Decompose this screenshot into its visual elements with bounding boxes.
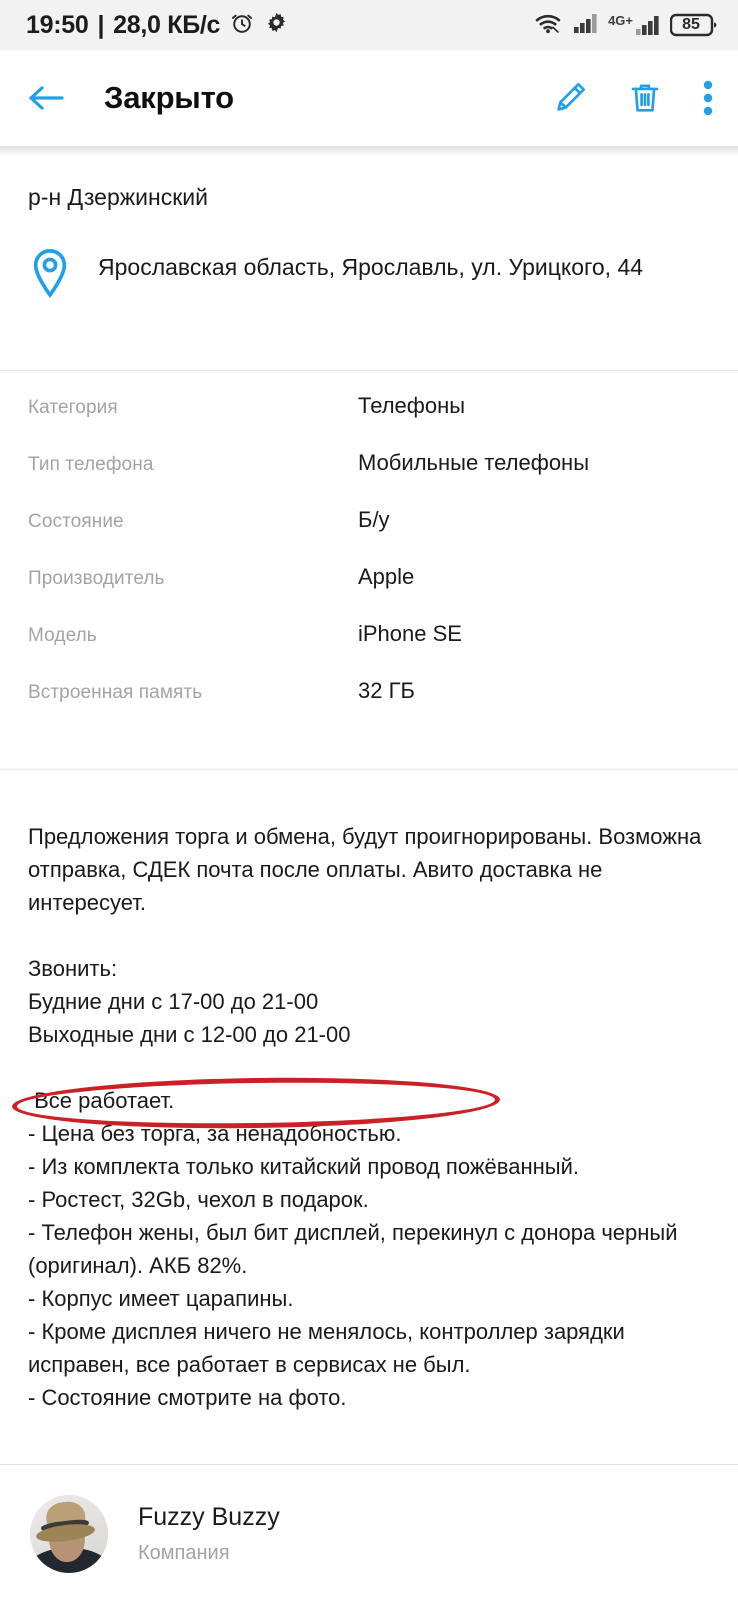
table-row: Категория Телефоны [28, 393, 710, 450]
seller-info: Fuzzy Buzzy Компания [138, 1503, 280, 1565]
spacer-before-attrs [0, 308, 738, 370]
battery-icon: 85 [670, 12, 718, 38]
description-text: Предложения торга и обмена, будут проигн… [28, 824, 702, 1410]
seller-type: Компания [138, 1542, 230, 1564]
app-bar-actions [552, 78, 714, 118]
spacer-before-seller [0, 1414, 738, 1464]
wifi-icon [534, 11, 564, 40]
gear-icon [264, 10, 289, 40]
battery-level-label: 85 [682, 16, 700, 33]
status-bar-right: 4G+ 85 [534, 11, 718, 40]
signal-bars-icon [573, 12, 599, 39]
status-bar: 19:50 | 28,0 КБ/с 4G+ 85 [0, 0, 738, 50]
app-bar-shadow [0, 146, 738, 156]
page-title: Закрыто [104, 80, 234, 115]
location-section: р-н Дзержинский Ярославская область, Яро… [0, 156, 738, 308]
alarm-clock-icon [229, 10, 255, 41]
pencil-icon[interactable] [552, 80, 588, 116]
attribute-value: 32 ГБ [358, 678, 415, 703]
trash-icon[interactable] [628, 80, 662, 116]
attribute-label: Модель [28, 625, 97, 646]
status-separator: | [97, 10, 105, 39]
back-arrow-icon[interactable] [26, 82, 66, 114]
more-vertical-icon[interactable] [702, 78, 714, 118]
attribute-value: Apple [358, 564, 415, 589]
spacer-after-seller [0, 1573, 738, 1600]
attributes-table: Категория Телефоны Тип телефона Мобильны… [0, 371, 738, 735]
avatar [30, 1495, 108, 1573]
phone-screen: 19:50 | 28,0 КБ/с 4G+ 85 Закрыто р-н Дзе… [0, 0, 738, 1600]
district-label: р-н Дзержинский [28, 184, 208, 210]
attribute-label: Категория [28, 397, 118, 418]
spacer-after-attrs [0, 735, 738, 769]
location-pin-icon [28, 247, 72, 308]
seller-row[interactable]: Fuzzy Buzzy Компания [0, 1465, 738, 1573]
attribute-label: Состояние [28, 511, 124, 532]
address-row[interactable]: Ярославская область, Ярославль, ул. Уриц… [28, 211, 710, 308]
mobile-network-icon: 4G+ [608, 14, 661, 36]
attribute-value: Мобильные телефоны [358, 450, 590, 475]
address-text: Ярославская область, Ярославль, ул. Уриц… [98, 254, 644, 280]
seller-name: Fuzzy Buzzy [138, 1503, 280, 1531]
status-network-speed: 28,0 КБ/с [113, 10, 221, 39]
app-bar: Закрыто [0, 50, 738, 146]
attribute-value: Б/у [358, 507, 390, 532]
attribute-value: iPhone SE [358, 621, 462, 646]
attribute-value: Телефоны [358, 393, 466, 418]
attribute-label: Тип телефона [28, 454, 154, 475]
table-row: Состояние Б/у [28, 507, 710, 564]
status-time: 19:50 [26, 10, 89, 39]
table-row: Тип телефона Мобильные телефоны [28, 450, 710, 507]
attribute-label: Встроенная память [28, 682, 203, 703]
table-row: Производитель Apple [28, 564, 710, 621]
table-row: Модель iPhone SE [28, 621, 710, 678]
status-bar-left: 19:50 | 28,0 КБ/с [26, 10, 289, 41]
table-row: Встроенная память 32 ГБ [28, 678, 710, 735]
attribute-label: Производитель [28, 568, 165, 589]
network-type-label: 4G+ [608, 13, 633, 28]
spacer-before-description [0, 770, 738, 820]
